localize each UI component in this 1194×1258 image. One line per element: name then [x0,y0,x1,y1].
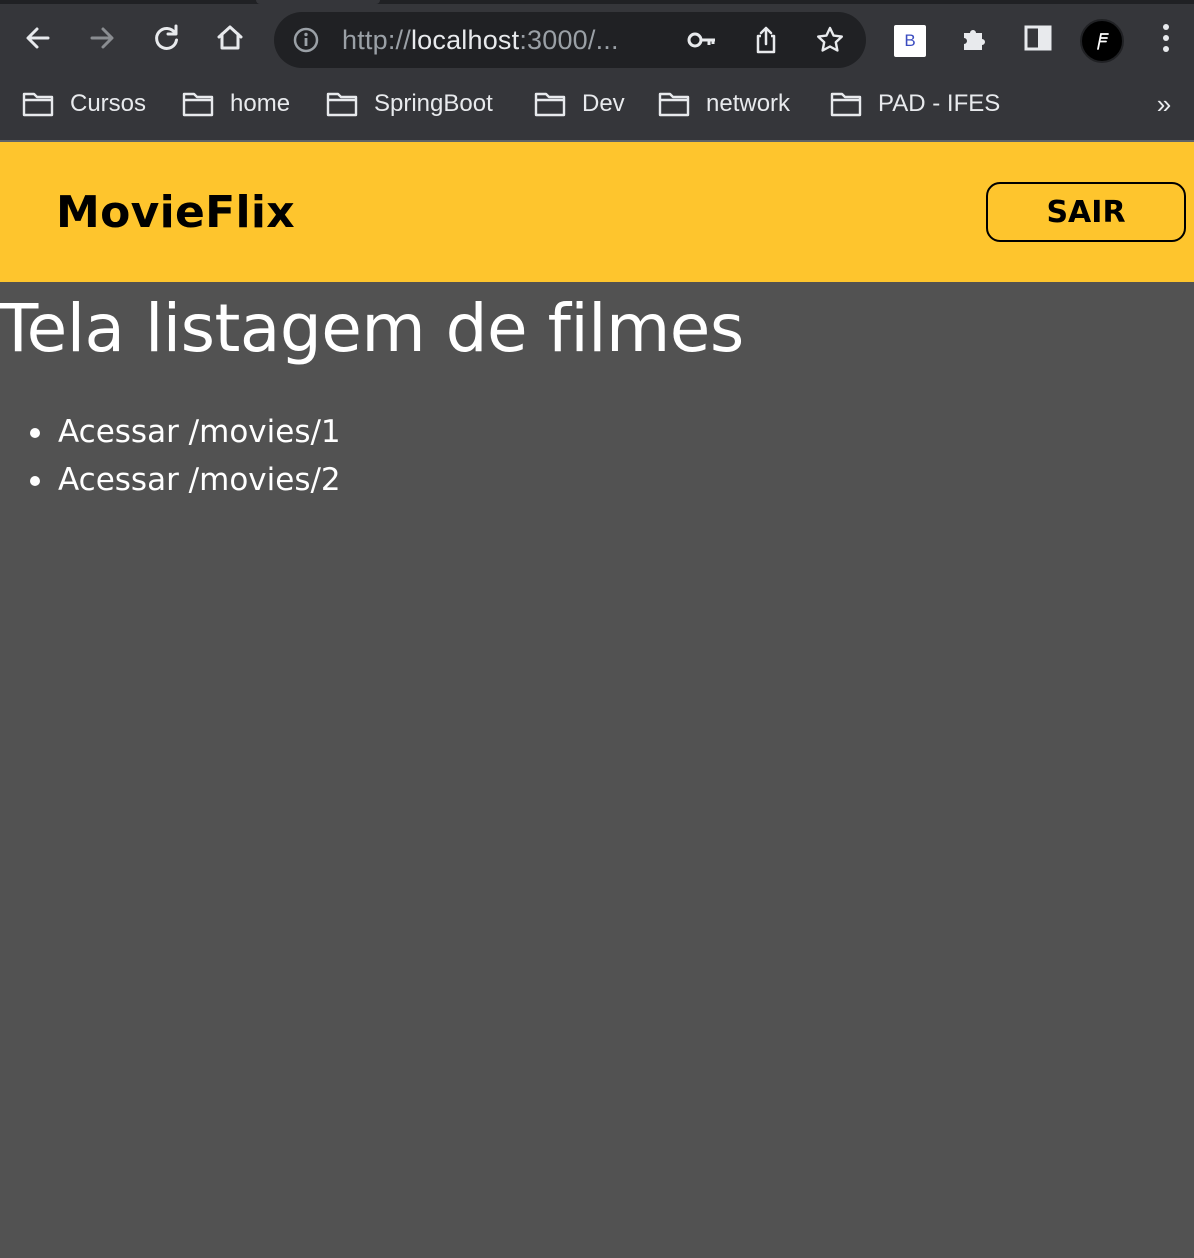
info-icon[interactable] [292,26,320,54]
puzzle-icon [964,30,985,50]
bookmark-label: PAD - IFES [878,90,1001,117]
page-title: Tela listagem de filmes [0,290,744,367]
forward-button[interactable] [82,18,122,58]
bookmark-folder-home[interactable]: home [182,80,290,128]
kebab-menu-icon [1163,24,1169,52]
main-content: Tela listagem de filmes Acessar /movies/… [0,282,1194,1258]
url-text[interactable]: http://localhost:3000/... [342,12,619,68]
movie-link-label[interactable]: Acessar /movies/2 [58,462,341,498]
folder-icon [658,92,690,117]
reload-icon [155,24,178,50]
folder-icon [182,92,214,117]
home-button[interactable] [210,18,250,58]
list-bullet [30,476,40,486]
bookmark-label: Cursos [70,90,147,117]
star-icon[interactable] [814,24,846,56]
home-icon [217,25,243,50]
url-scheme: http:// [342,25,411,55]
app-header: MovieFlix SAIR [0,142,1194,282]
extensions-button[interactable] [954,18,994,58]
folder-icon [22,92,54,117]
arrow-left-icon [26,27,50,49]
bookmarks-overflow-button[interactable]: » [1152,88,1176,120]
list-bullet [30,428,40,438]
bookmark-folder-network[interactable]: network [658,80,790,128]
back-button[interactable] [18,18,58,58]
bookmark-label: SpringBoot [374,90,493,117]
browser-chrome: http://localhost:3000/... B Cursos home … [0,0,1194,142]
side-panel-icon [1024,25,1052,51]
reload-button[interactable] [146,18,186,58]
bookmark-folder-springboot[interactable]: SpringBoot [326,80,493,128]
movie-link-label[interactable]: Acessar /movies/1 [58,414,341,450]
share-icon[interactable] [750,24,782,56]
side-panel-button[interactable] [1018,18,1058,58]
logout-button[interactable]: SAIR [986,182,1186,242]
movie-link-2[interactable]: Acessar /movies/2 [0,456,341,504]
bookmark-label: Dev [582,90,625,117]
brand-logo[interactable]: MovieFlix [56,182,295,244]
folder-icon [326,92,358,117]
bookmark-folder-cursos[interactable]: Cursos [22,80,146,128]
extension-b-button[interactable]: B [894,25,926,57]
address-bar[interactable]: http://localhost:3000/... [274,12,866,68]
bookmark-label: network [706,90,791,117]
folder-icon [830,92,862,117]
movie-link-1[interactable]: Acessar /movies/1 [0,408,341,456]
arrow-right-icon [90,27,114,49]
browser-toolbar: http://localhost:3000/... B [0,4,1194,76]
url-host: localhost [410,25,520,55]
bookmarks-bar: Cursos home SpringBoot Dev network PAD -… [0,80,1194,128]
url-path: :3000/... [519,25,619,55]
bookmark-folder-pad-ifes[interactable]: PAD - IFES [830,80,1000,128]
profile-avatar[interactable] [1080,19,1124,63]
key-icon[interactable] [686,24,718,56]
bookmark-folder-dev[interactable]: Dev [534,80,625,128]
bookmark-label: home [230,90,291,117]
folder-icon [534,92,566,117]
profile-f-icon [1097,33,1109,50]
browser-menu-button[interactable] [1146,18,1186,58]
movie-link-list: Acessar /movies/1 Acessar /movies/2 [0,408,341,504]
